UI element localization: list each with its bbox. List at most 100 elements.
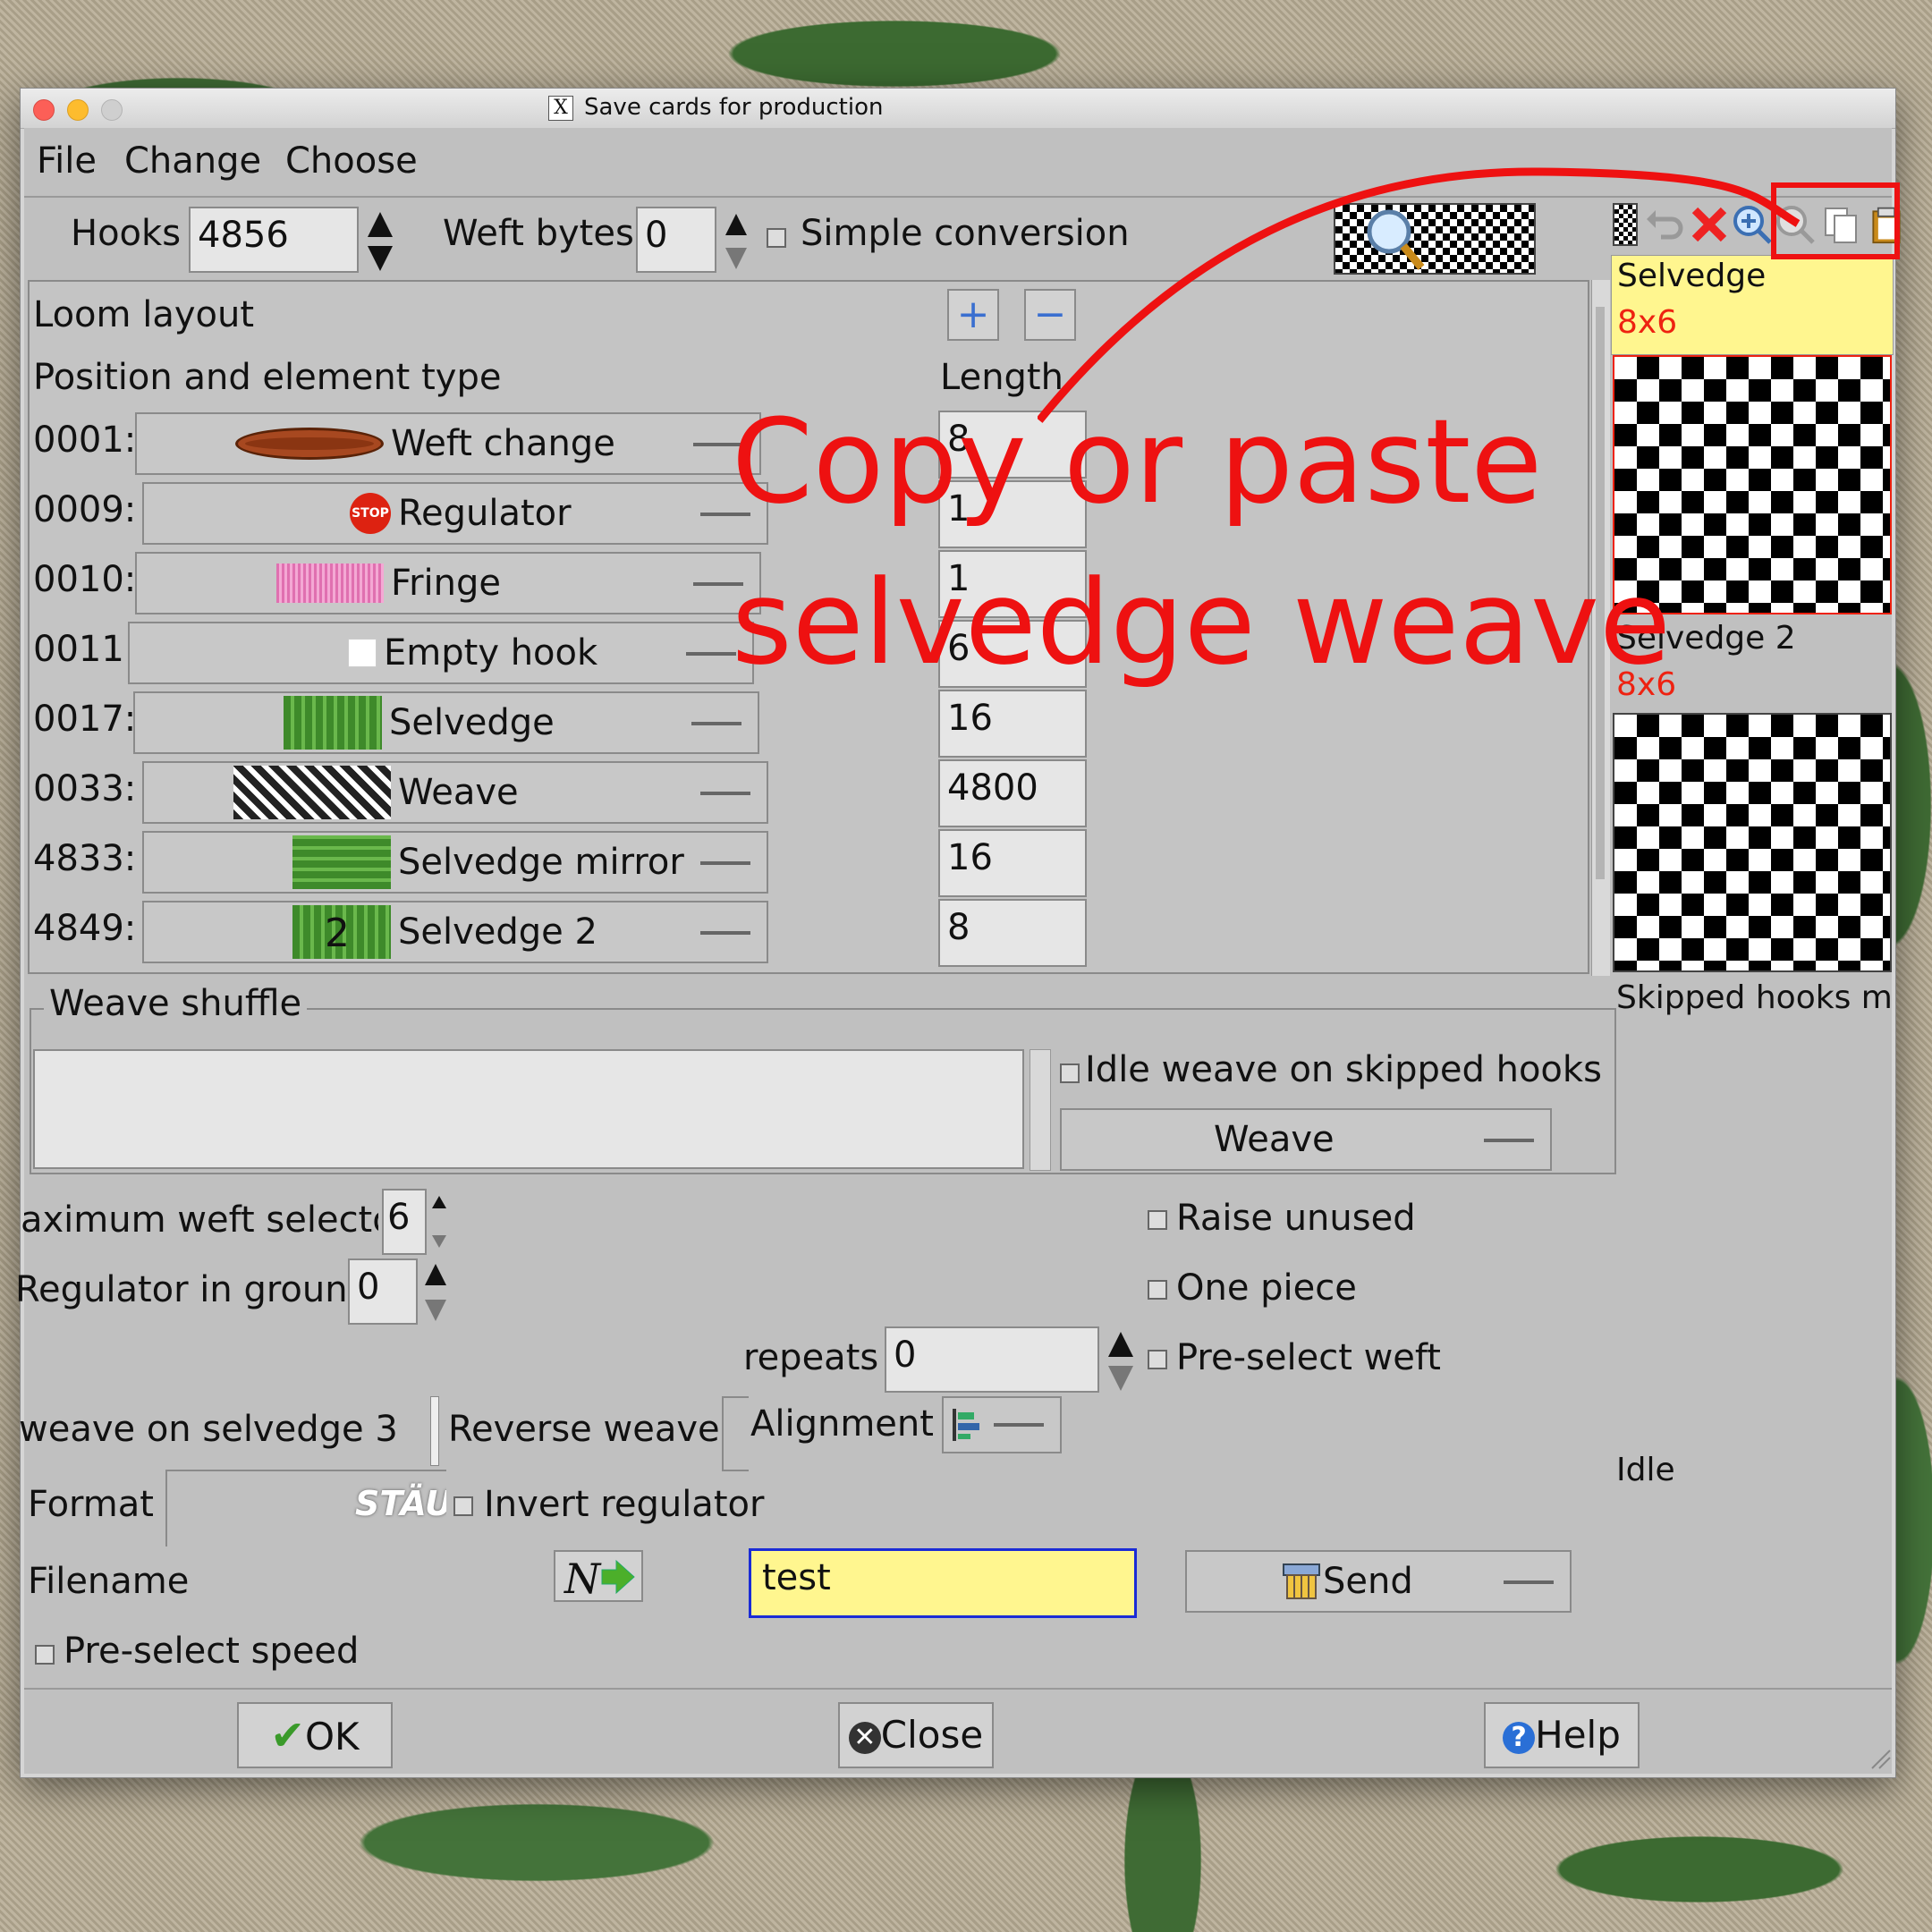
menu-file[interactable]: File bbox=[37, 140, 97, 182]
loom-layout-title: Loom layout bbox=[33, 294, 255, 335]
annotation-line-2: selvedge weave bbox=[732, 555, 1671, 691]
close-circle-icon: ✕ bbox=[848, 1721, 881, 1754]
loom-row-length-field[interactable]: 16 bbox=[938, 690, 1087, 758]
repeats-field[interactable]: 0 bbox=[885, 1326, 1099, 1393]
invert-regulator-checkbox[interactable] bbox=[453, 1496, 473, 1516]
alignment-group-edge bbox=[722, 1396, 749, 1471]
resize-grip-icon[interactable] bbox=[1870, 1749, 1892, 1770]
simple-conversion-checkbox[interactable] bbox=[767, 228, 786, 248]
weave-icon bbox=[233, 766, 391, 819]
idle-weave-select-value: Weave bbox=[1214, 1119, 1335, 1160]
add-row-button[interactable]: + bbox=[947, 289, 999, 341]
checkmark-icon: ✔ bbox=[270, 1711, 305, 1759]
loom-row-type-select[interactable]: STOP Regulator bbox=[142, 482, 768, 545]
idle-weave-label: Idle weave on skipped hooks bbox=[1085, 1049, 1602, 1090]
next-filename-button[interactable]: N bbox=[554, 1550, 643, 1602]
weft-bytes-field[interactable]: 0 bbox=[636, 207, 716, 273]
loom-row-length-field[interactable]: 16 bbox=[938, 829, 1087, 897]
selvedge-list: Selvedge 8x6 Selvedge 2 8x6 Skipped hook… bbox=[1611, 255, 1894, 1686]
filename-label: Filename bbox=[28, 1561, 190, 1602]
regulator-ground-label: Regulator in ground bbox=[15, 1269, 346, 1310]
weft-bytes-spinner-icon[interactable] bbox=[722, 208, 750, 275]
one-piece-checkbox[interactable] bbox=[1148, 1280, 1167, 1300]
raise-unused-checkbox[interactable] bbox=[1148, 1210, 1167, 1230]
loom-row-position: 0001: bbox=[33, 419, 137, 461]
hooks-field[interactable]: 4856 bbox=[189, 207, 359, 273]
x11-icon: X bbox=[548, 96, 573, 121]
regulator-ground-field[interactable]: 0 bbox=[348, 1258, 418, 1325]
preselect-speed-label: Pre-select speed bbox=[64, 1631, 360, 1672]
repeats-label: repeats bbox=[743, 1337, 879, 1378]
loom-row-type-select[interactable]: Selvedge bbox=[133, 691, 759, 754]
close-button[interactable]: ✕ Close bbox=[838, 1702, 994, 1768]
button-bar-divider bbox=[24, 1688, 1892, 1690]
next-filename-icon: N bbox=[564, 1555, 635, 1600]
fringe-icon bbox=[276, 564, 384, 603]
close-window-icon[interactable] bbox=[33, 99, 55, 121]
loom-row-type-label: Weft change bbox=[391, 423, 615, 464]
weave-selvedge-field[interactable] bbox=[430, 1396, 439, 1466]
minimize-window-icon[interactable] bbox=[67, 99, 89, 121]
loom-row-position: 4833: bbox=[33, 838, 137, 879]
loom-row-type-label: Selvedge bbox=[389, 702, 555, 743]
loom-row-type-select[interactable]: Empty hook bbox=[128, 622, 754, 684]
help-label: Help bbox=[1535, 1713, 1621, 1757]
max-weft-spinner-icon[interactable] bbox=[430, 1192, 448, 1251]
alignment-select[interactable] bbox=[942, 1396, 1062, 1453]
selvedge-icon bbox=[284, 696, 382, 750]
format-select[interactable]: STÄUI bbox=[165, 1470, 446, 1546]
idle-weave-select[interactable]: Weave bbox=[1060, 1108, 1552, 1171]
selvedge-badge: 2 bbox=[325, 911, 350, 956]
loom-row-position: 0011: bbox=[33, 629, 137, 670]
align-left-icon bbox=[953, 1409, 979, 1441]
selvedge-2-pattern-preview[interactable] bbox=[1613, 713, 1892, 972]
raise-unused-label: Raise unused bbox=[1176, 1198, 1416, 1239]
loom-row-length-field[interactable]: 4800 bbox=[938, 759, 1087, 827]
preselect-speed-checkbox[interactable] bbox=[35, 1645, 55, 1665]
zoom-window-icon[interactable] bbox=[101, 99, 123, 121]
help-icon: ? bbox=[1503, 1721, 1536, 1754]
hooks-spinner-icon[interactable] bbox=[364, 208, 396, 275]
format-value: STÄUI bbox=[355, 1484, 446, 1523]
loom-send-icon bbox=[1283, 1563, 1320, 1599]
preselect-weft-label: Pre-select weft bbox=[1176, 1337, 1441, 1378]
max-weft-field[interactable]: 6 bbox=[382, 1189, 427, 1255]
ok-label: OK bbox=[304, 1715, 360, 1758]
weave-shuffle-title: Weave shuffle bbox=[44, 983, 308, 1024]
position-header: Position and element type bbox=[33, 357, 502, 398]
annotation-arrow-icon bbox=[1038, 167, 1801, 423]
loom-row-position: 0017: bbox=[33, 699, 137, 740]
loom-row-type-label: Weave bbox=[398, 772, 519, 813]
annotation-line-1: Copy or paste bbox=[732, 394, 1543, 530]
menu-choose[interactable]: Choose bbox=[285, 140, 418, 182]
send-button[interactable]: Send bbox=[1185, 1550, 1572, 1613]
weave-shuffle-scrollbar[interactable] bbox=[1030, 1049, 1051, 1171]
empty-hook-icon bbox=[348, 639, 377, 667]
menu-change[interactable]: Change bbox=[124, 140, 261, 182]
weave-shuffle-textarea[interactable] bbox=[33, 1049, 1024, 1169]
ok-button[interactable]: ✔OK bbox=[237, 1702, 393, 1768]
filename-field[interactable]: test bbox=[749, 1548, 1137, 1618]
loom-row-type-select[interactable]: Weave bbox=[142, 761, 768, 824]
loom-row-type-label: Selvedge 2 bbox=[398, 911, 597, 953]
hooks-label: Hooks bbox=[71, 213, 182, 254]
loom-row-type-select[interactable]: 2 Selvedge 2 bbox=[142, 901, 768, 963]
loom-row-type-label: Selvedge mirror bbox=[398, 842, 684, 883]
weft-bytes-label: Weft bytes bbox=[443, 213, 634, 254]
loom-row-type-select[interactable]: Fringe bbox=[135, 552, 761, 614]
skipped-hooks-label: Skipped hooks ma bbox=[1616, 979, 1892, 1016]
alignment-label: Alignment bbox=[750, 1403, 934, 1445]
title-bar[interactable]: X Save cards for production bbox=[21, 89, 1895, 129]
repeats-spinner-icon[interactable] bbox=[1105, 1328, 1137, 1394]
loom-row-type-select[interactable]: Selvedge mirror bbox=[142, 831, 768, 894]
help-button[interactable]: ? Help bbox=[1484, 1702, 1640, 1768]
loom-row-length-field[interactable]: 8 bbox=[938, 899, 1087, 967]
loom-row-type-select[interactable]: Weft change bbox=[135, 412, 761, 475]
idle-label: Idle bbox=[1616, 1452, 1675, 1488]
idle-weave-checkbox[interactable] bbox=[1060, 1063, 1080, 1083]
reverse-weave-label: Reverse weave bbox=[448, 1409, 720, 1450]
preselect-weft-checkbox[interactable] bbox=[1148, 1350, 1167, 1369]
loom-row-position: 4849: bbox=[33, 908, 137, 949]
close-label: Close bbox=[880, 1713, 984, 1757]
regulator-ground-spinner-icon[interactable] bbox=[423, 1260, 448, 1325]
